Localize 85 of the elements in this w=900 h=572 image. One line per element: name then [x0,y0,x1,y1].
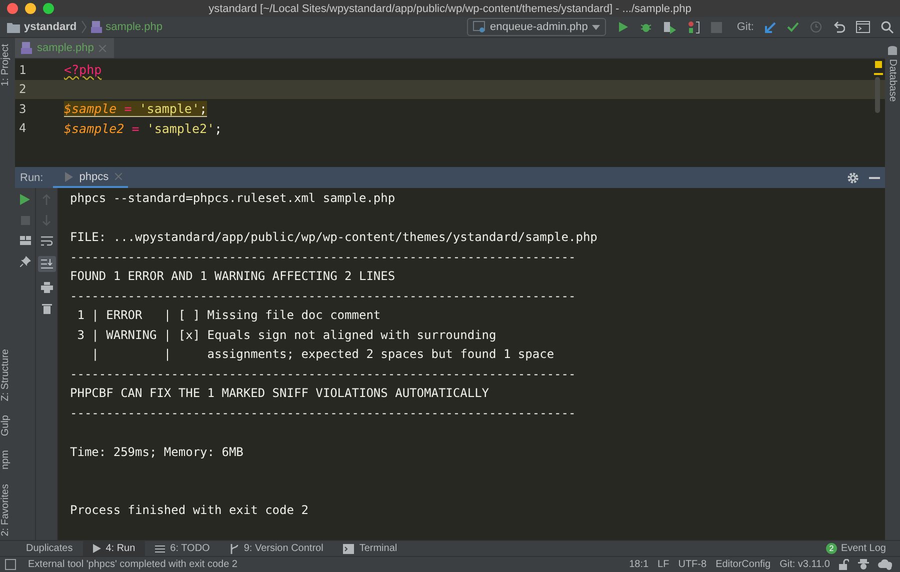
zoom-button[interactable] [43,3,54,14]
php-file-icon [90,21,102,33]
git-label: Git: [736,21,754,33]
soft-wrap-icon[interactable] [40,236,52,246]
breadcrumb-file[interactable]: sample.php [106,21,162,33]
profiler-icon[interactable] [688,20,700,34]
run-configuration-dropdown[interactable]: enqueue-admin.php [467,18,606,36]
update-arrow-icon[interactable] [765,22,776,32]
list-icon [155,544,166,552]
coverage-icon[interactable] [662,20,677,34]
run-icon[interactable] [616,21,629,33]
chevron-icon [80,20,87,34]
close-button[interactable] [7,3,18,14]
layout-icon[interactable] [20,236,30,245]
undo-icon[interactable] [833,21,845,33]
terminal-icon [343,544,354,554]
play-icon [65,172,74,182]
console-line: 3 | WARNING | [x] Equals sign not aligned with surrounding [76,326,498,344]
inspector-icon[interactable] [858,559,869,570]
tool-window-button[interactable]: npm [0,450,11,470]
database-icon [888,46,897,56]
code-line: $sample2 = 'sample2'; [64,120,222,136]
status-item[interactable]: UTF-8 [678,559,707,570]
tool-window-button[interactable]: Gulp [0,415,11,436]
checkmark-icon[interactable] [787,22,799,32]
bug-icon[interactable] [640,21,652,33]
notification-count: 2 [826,543,837,554]
console-line: ---------------------------------------------------------------------- [70,248,577,266]
run-label: Run: [19,172,44,184]
console-line: PHPCBF CAN FIX THE 1 MARKED SNIFF VIOLATIONS AUTOMATICALLY [70,385,490,402]
status-message: External tool 'phpcs' completed with exit code 2 [28,559,238,570]
tool-window-tab[interactable]: 9: Version Control [220,541,334,556]
search-icon[interactable] [881,20,894,34]
php-file-icon [21,42,32,54]
settings-icon[interactable] [847,172,859,184]
tool-window-tab[interactable]: 4: Run [82,541,146,556]
console-line: ---------------------------------------------------------------------- [70,404,577,422]
line-number: 3 [18,102,28,116]
console-line: ---------------------------------------------------------------------- [70,288,577,304]
console-line: FOUND 1 ERROR AND 1 WARNING AFFECTING 2 LINES [70,268,396,285]
play-icon [92,544,101,553]
print-icon[interactable] [40,282,52,293]
warning-stripe [874,73,883,74]
breadcrumb-folder[interactable]: ystandard [24,21,77,33]
pin-icon[interactable] [20,256,30,267]
status-item[interactable]: EditorConfig [716,559,771,570]
lock-icon[interactable] [839,559,849,570]
console-line: FILE: ...wpystandard/app/public/wp/wp-content/themes/ystandard/sample.php [70,229,598,246]
console-line: ---------------------------------------------------------------------- [70,366,577,382]
minimize-icon[interactable] [869,176,880,178]
tool-window-button[interactable]: Z: Structure [0,348,11,402]
console-line: 1 | ERROR | [ ] Missing file doc comment [76,307,382,324]
branch-icon [230,544,239,554]
event-log-button[interactable]: 2 Event Log [826,543,886,554]
console-line: Process finished with exit code 2 [70,502,310,519]
tool-window-button[interactable]: 2: Favorites [0,484,11,536]
status-item[interactable]: Git: v3.11.0 [780,559,830,570]
trash-icon[interactable] [42,303,52,314]
status-item[interactable]: 18:1 [629,559,649,570]
console-line: phpcs --standard=phpcs.ruleset.xml sample.php [70,190,396,207]
config-icon [473,21,486,33]
line-number: 4 [18,121,28,136]
editor-tab[interactable]: sample.php [15,38,114,58]
cloud-icon[interactable] [878,559,892,570]
console-line: | | assignments; expected 2 spaces but found 1 space [90,346,556,363]
line-number: 1 [18,62,28,77]
line-number: 2 [18,82,28,96]
panel-toggle-icon[interactable] [5,559,16,570]
warning-marker [875,61,882,68]
tool-window-tab[interactable]: Terminal [333,541,408,556]
folder-icon [7,22,20,32]
console-line: Time: 259ms; Memory: 6MB [70,444,244,460]
code-line: <?php [64,62,102,78]
minimize-button[interactable] [25,3,36,14]
window-icon[interactable] [856,21,870,33]
tool-window-tab[interactable]: Duplicates [16,541,83,556]
tool-window-button[interactable]: Database [887,59,898,102]
caret-icon [592,24,600,30]
run-icon[interactable] [20,194,30,205]
scroll-to-end-icon[interactable] [38,256,56,272]
window-title: ystandard [~/Local Sites/wpystandard/app/public/wp/wp-content/themes/ystandard] - .../sample.php [208,2,692,14]
tool-window-button[interactable]: 1: Project [0,44,11,86]
tool-window-tab[interactable]: 6: TODO [145,541,220,556]
status-item[interactable]: LF [658,559,670,570]
scrollbar [875,77,880,113]
